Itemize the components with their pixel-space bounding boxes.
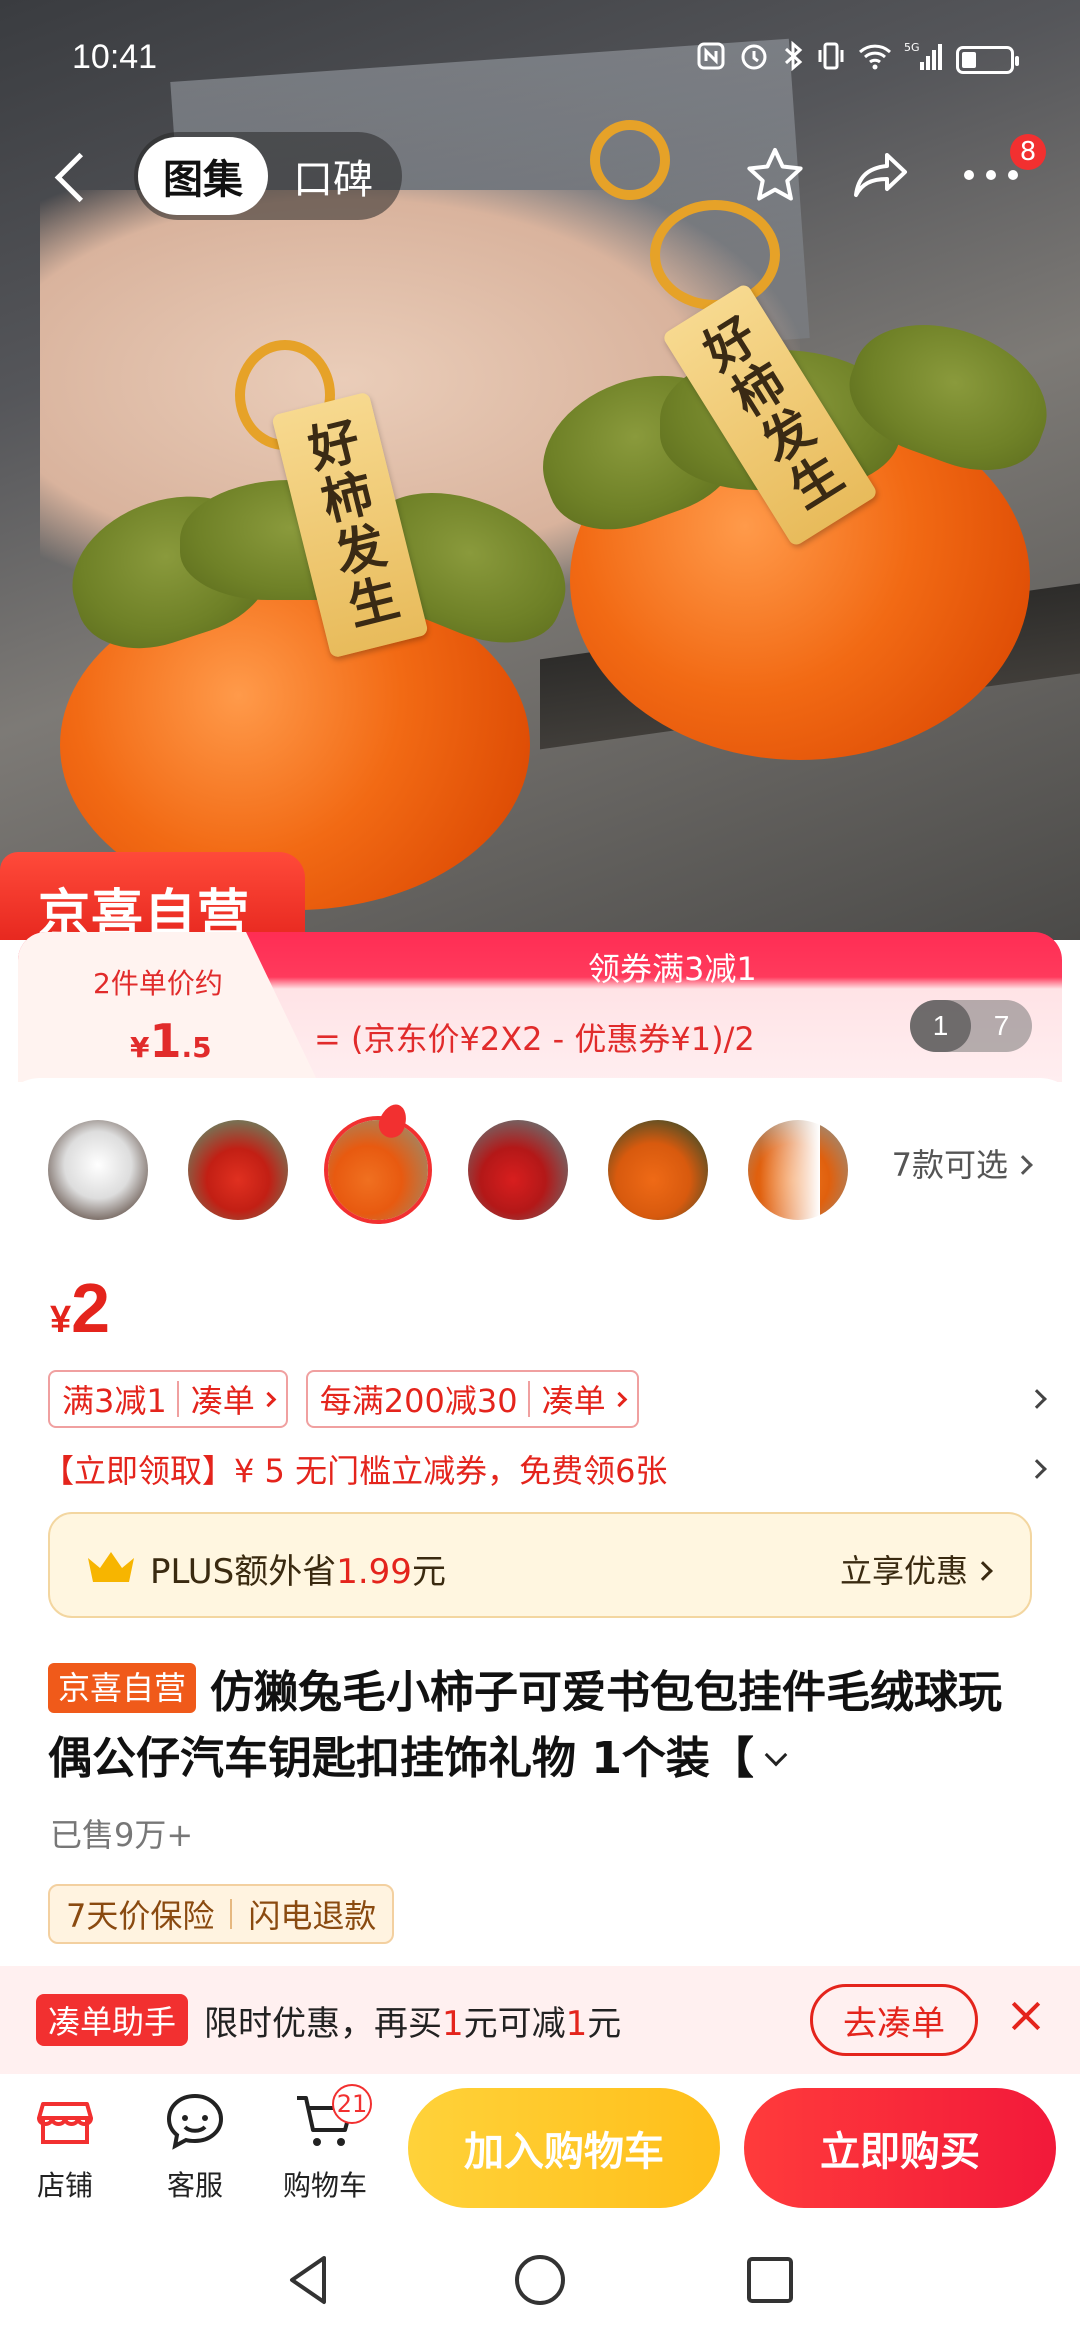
pager-current: 1: [910, 1000, 971, 1052]
promotion-tag[interactable]: 每满200减30 凑单: [305, 1370, 639, 1428]
battery-icon: [956, 46, 1019, 74]
chevron-right-icon: [260, 1391, 277, 1407]
keyring: [590, 120, 670, 200]
buy-now-button[interactable]: 立即购买: [744, 2088, 1056, 2208]
msg-part: 元可减: [463, 2004, 566, 2044]
bundle-helper-message: 限时优惠，再买1元可减1元: [204, 1996, 621, 2045]
msg-part: 元: [587, 2004, 622, 2044]
guarantee-badges[interactable]: 7天价保险 闪电退款: [48, 1884, 395, 1944]
vibrate-icon: [816, 40, 846, 80]
customer-service-icon: [163, 2090, 227, 2154]
close-icon[interactable]: [1006, 1996, 1046, 2036]
bundle-go-button[interactable]: 去凑单: [810, 1984, 978, 2056]
variant-thumbnail[interactable]: [608, 1120, 708, 1220]
guarantee-price-protection: 7天价保险: [66, 1897, 215, 1935]
cart-count-badge: 21: [332, 2084, 372, 2124]
bluetooth-icon: [782, 40, 804, 80]
tab-reviews[interactable]: 口碑: [268, 147, 398, 205]
plus-prefix: PLUS额外省: [150, 1552, 337, 1592]
promotion-tag-action: 凑单: [190, 1382, 255, 1420]
plus-member-banner[interactable]: PLUS额外省1.99元 立享优惠: [48, 1512, 1032, 1618]
tab-gallery[interactable]: 图集: [138, 137, 268, 215]
cart-label: 购物车: [282, 2169, 367, 2202]
store-button[interactable]: 店铺: [10, 2090, 120, 2204]
variant-count: 7款可选: [891, 1146, 1008, 1184]
service-button[interactable]: 客服: [140, 2090, 250, 2204]
variant-thumbnail[interactable]: [188, 1120, 288, 1220]
msg-amount: 1: [565, 2004, 588, 2044]
promotion-tag-action: 凑单: [541, 1382, 606, 1420]
plus-amount: 1.99: [336, 1552, 412, 1592]
nav-home-icon[interactable]: [510, 2250, 570, 2310]
variant-count-link[interactable]: 7款可选: [891, 1140, 1033, 1186]
crown-icon: [88, 1552, 134, 1582]
promotion-tag-text: 满3减1: [62, 1382, 167, 1420]
image-pager: 1 7: [910, 1000, 1032, 1052]
more-dots-icon: [964, 170, 1018, 180]
nav-recents-icon[interactable]: [740, 2250, 800, 2310]
promotion-tag-text: 每满200减30: [319, 1382, 518, 1420]
unit-price-int: 1: [149, 1014, 182, 1068]
nfc-icon: [696, 41, 726, 79]
nav-back-icon[interactable]: [280, 2250, 340, 2310]
promo-headline: 领券满3减1: [588, 950, 757, 988]
coupon-promo-banner[interactable]: 2件单价约 ¥1.5 领券满3减1 = (京东价¥2X2 - 优惠券¥1)/2: [18, 932, 1062, 1082]
favorite-button[interactable]: [740, 140, 810, 210]
variant-thumbnail[interactable]: [48, 1120, 148, 1220]
signal-5g-icon: 5G: [904, 40, 944, 80]
keyring: [650, 200, 780, 310]
unit-price: ¥1.5: [130, 1014, 212, 1068]
variant-thumbnail[interactable]: [468, 1120, 568, 1220]
share-icon: [854, 153, 907, 197]
star-icon: [747, 148, 803, 201]
unit-price-dec: .5: [181, 1031, 212, 1064]
plus-savings: PLUS额外省1.99元: [150, 1544, 446, 1593]
pager-total: 7: [993, 1010, 1010, 1041]
status-time: 10:41: [72, 38, 158, 76]
variant-thumbnail-selected[interactable]: [328, 1120, 428, 1220]
msg-part: 限时优惠，再买: [204, 2004, 442, 2044]
product-price: ¥2: [50, 1268, 110, 1348]
bundle-helper-label: 凑单助手: [36, 1994, 189, 2046]
chevron-right-icon: [1013, 1155, 1033, 1175]
sold-count: 已售9万+: [50, 1816, 194, 1854]
status-bar: 10:41 5G: [0, 0, 1080, 120]
add-to-cart-button[interactable]: 加入购物车: [408, 2088, 720, 2208]
promotion-tag[interactable]: 满3减1 凑单: [48, 1370, 288, 1428]
guarantee-fast-refund: 闪电退款: [248, 1897, 377, 1935]
price-currency: ¥: [50, 1299, 72, 1341]
store-icon: [33, 2090, 97, 2154]
msg-amount: 1: [442, 2004, 464, 2044]
bundle-helper-bar: 凑单助手 限时优惠，再买1元可减1元 去凑单: [0, 1966, 1080, 2074]
variant-thumbnails: [48, 1120, 848, 1220]
status-icons: 5G: [696, 40, 1019, 80]
svg-text:5G: 5G: [904, 41, 920, 54]
alarm-icon: [738, 40, 770, 80]
wifi-icon: [858, 42, 892, 78]
plus-action-label: 立享优惠: [839, 1552, 968, 1590]
chevron-right-icon: [973, 1561, 993, 1581]
thumbnail-fade: [760, 1116, 820, 1226]
unit-price-currency: ¥: [130, 1031, 150, 1064]
price-value: 2: [71, 1269, 111, 1347]
chevron-down-icon[interactable]: [764, 1743, 788, 1767]
store-badge-overlay: 京喜自营: [0, 852, 305, 940]
plus-action[interactable]: 立享优惠: [839, 1546, 993, 1592]
notification-badge: 8: [1010, 134, 1046, 170]
chevron-right-icon: [611, 1391, 627, 1407]
promotion-tags: 满3减1 凑单 每满200减30 凑单: [48, 1370, 639, 1428]
product-title[interactable]: 京喜自营 仿獭兔毛小柿子可爱书包包挂件毛绒球玩偶公仔汽车钥匙扣挂饰礼物 1个装【: [48, 1660, 1038, 1792]
promo-formula: = (京东价¥2X2 - 优惠券¥1)/2: [314, 1020, 755, 1058]
share-button[interactable]: [846, 140, 916, 210]
service-label: 客服: [166, 2169, 223, 2202]
unit-price-label: 2件单价约: [93, 967, 223, 1000]
coupon-claim-line[interactable]: 【立即领取】¥ 5 无门槛立减券，免费领6张: [42, 1446, 667, 1492]
back-button[interactable]: [52, 148, 96, 208]
plus-suffix: 元: [411, 1552, 446, 1592]
store-label: 店铺: [36, 2169, 93, 2202]
gallery-tabs: 图集 口碑: [134, 132, 402, 220]
system-navigation-bar: [0, 2224, 1080, 2340]
store-badge: 京喜自营: [48, 1663, 197, 1713]
